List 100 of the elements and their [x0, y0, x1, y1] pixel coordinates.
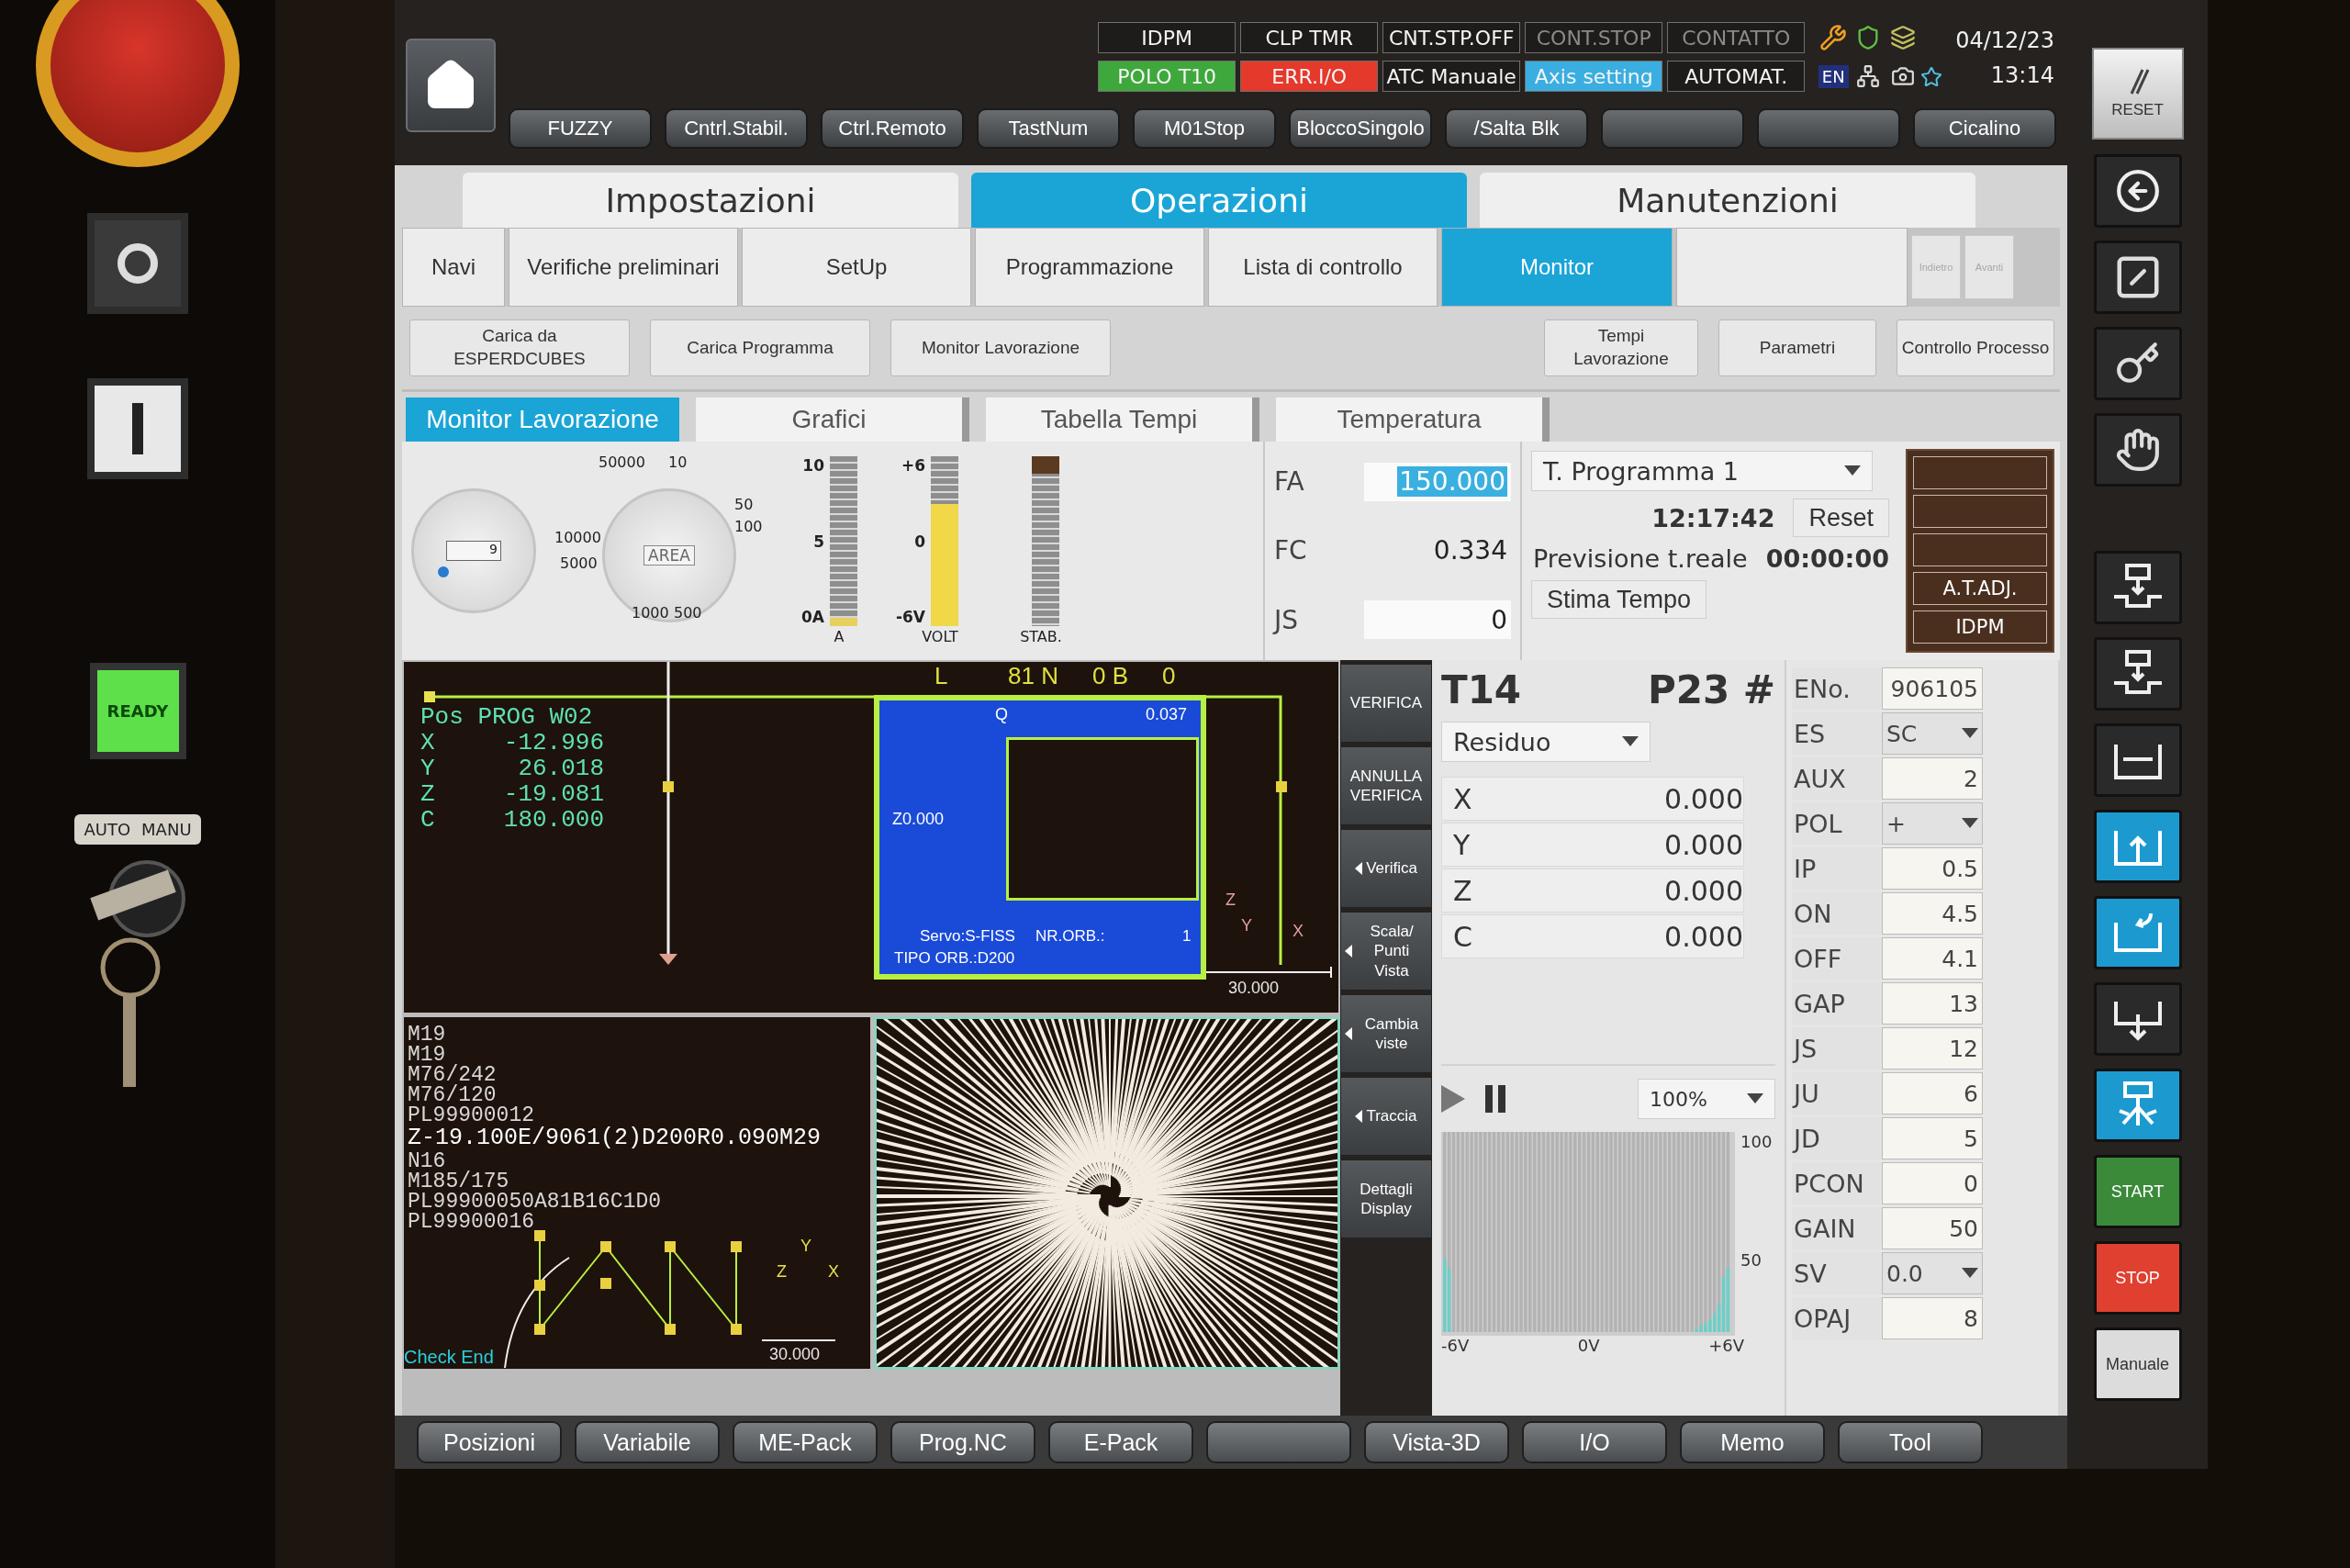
view-tab[interactable]: Tabella Tempi — [986, 398, 1259, 442]
parameter-field[interactable]: 4.5 — [1882, 892, 1983, 935]
parameter-select[interactable]: SC — [1882, 712, 1983, 755]
empty-slot[interactable] — [1913, 495, 2047, 528]
feed-field[interactable]: 0 — [1364, 600, 1511, 640]
function-button[interactable]: Cntrl.Stabil. — [665, 108, 808, 149]
side-tool-button[interactable] — [2093, 810, 2182, 883]
parameter-field[interactable]: 12 — [1882, 1027, 1983, 1070]
speed-select[interactable]: 100% — [1638, 1079, 1775, 1119]
action-button[interactable]: Tempi Lavorazione — [1544, 319, 1698, 376]
sub-tab[interactable]: Navi — [402, 228, 505, 307]
meter-label: A — [833, 628, 845, 645]
view-button[interactable]: Cambia viste — [1340, 994, 1432, 1073]
side-tool-button[interactable] — [2093, 551, 2182, 624]
function-button[interactable]: FUZZY — [509, 108, 652, 149]
parameter-select[interactable]: + — [1882, 802, 1983, 845]
action-button[interactable]: Controllo Processo — [1897, 319, 2054, 376]
scale-label: 50 — [734, 496, 754, 513]
pause-icon[interactable] — [1485, 1085, 1505, 1113]
function-button[interactable]: Ctrl.Remoto — [821, 108, 964, 149]
language-indicator[interactable]: EN — [1818, 64, 1849, 88]
main-tab[interactable]: Impostazioni — [463, 173, 958, 228]
side-tool-button[interactable] — [2093, 982, 2182, 1056]
side-tool-button[interactable] — [2093, 896, 2182, 969]
blank-button[interactable] — [1206, 1421, 1351, 1463]
home-button[interactable] — [406, 39, 496, 132]
function-button[interactable]: Cicalino — [1913, 108, 2056, 149]
action-button[interactable]: Parametri — [1718, 319, 1876, 376]
header-reading: 0 B — [1092, 664, 1129, 688]
function-button[interactable]: TastNum — [977, 108, 1120, 149]
parameter-field[interactable]: 2 — [1882, 757, 1983, 800]
view-button[interactable]: Verifica — [1340, 829, 1432, 908]
function-button[interactable]: M01Stop — [1133, 108, 1276, 149]
action-button[interactable]: Carica da ESPERDCUBES — [409, 319, 630, 376]
parameter-field[interactable]: 13 — [1882, 982, 1983, 1025]
side-tool-button[interactable] — [2093, 1069, 2182, 1142]
main-tab[interactable]: Manutenzioni — [1480, 173, 1975, 228]
view-button[interactable]: Dettagli Display — [1340, 1159, 1432, 1238]
ready-lamp[interactable]: READY — [89, 663, 186, 759]
parameter-field[interactable]: 8 — [1882, 1297, 1983, 1339]
view-tab[interactable]: Temperatura — [1276, 398, 1550, 442]
view-tab[interactable]: Grafici — [696, 398, 969, 442]
adjust-slot[interactable]: A.T.ADJ. — [1913, 572, 2047, 605]
parameter-field[interactable]: 0 — [1882, 1162, 1983, 1204]
mode-select[interactable]: Residuo — [1441, 722, 1651, 762]
caret-icon — [1962, 728, 1978, 739]
side-tool-button[interactable] — [2093, 154, 2182, 228]
parameter-field[interactable]: 906105 — [1882, 667, 1983, 710]
empty-slot[interactable] — [1913, 456, 2047, 489]
parameter-label: ON — [1792, 892, 1882, 935]
bottom-button[interactable]: Variabile — [575, 1421, 720, 1463]
network-icon — [1856, 64, 1881, 88]
bottom-button[interactable]: Prog.NC — [890, 1421, 1035, 1463]
estimate-button[interactable]: Stima Tempo — [1531, 580, 1707, 619]
bottom-button[interactable]: Tool — [1838, 1421, 1983, 1463]
view-button[interactable]: ANNULLA VERIFICA — [1340, 746, 1432, 825]
bottom-button[interactable]: Posizioni — [417, 1421, 562, 1463]
parameter-select[interactable]: 0.0 — [1882, 1252, 1983, 1294]
bottom-button[interactable]: ME-Pack — [733, 1421, 878, 1463]
function-button[interactable]: BloccoSingolo — [1289, 108, 1432, 149]
sub-tab[interactable]: Verifiche preliminari — [509, 228, 738, 307]
action-button[interactable]: Monitor Lavorazione — [890, 319, 1111, 376]
blank-button[interactable] — [1601, 108, 1744, 149]
parameter-field[interactable]: 4.1 — [1882, 937, 1983, 980]
program-select[interactable]: T. Programma 1 — [1531, 451, 1873, 491]
side-tool-button[interactable] — [2093, 637, 2182, 711]
play-icon[interactable] — [1441, 1085, 1465, 1113]
blank-button[interactable] — [1757, 108, 1900, 149]
bottom-button[interactable]: Vista-3D — [1364, 1421, 1509, 1463]
reset-button[interactable]: RESET — [2091, 48, 2184, 140]
parameter-field[interactable]: 5 — [1882, 1117, 1983, 1159]
parameter-field[interactable]: 0.5 — [1882, 847, 1983, 890]
off-button[interactable] — [87, 213, 188, 314]
action-button[interactable]: Carica Programma — [650, 319, 870, 376]
side-tool-button[interactable] — [2093, 327, 2182, 400]
side-button[interactable]: STOP — [2093, 1241, 2182, 1315]
mode-label: MANU — [141, 820, 192, 839]
bottom-button[interactable]: E-Pack — [1048, 1421, 1193, 1463]
parameter-label: OFF — [1792, 937, 1882, 980]
side-button[interactable]: START — [2093, 1155, 2182, 1228]
reset-time-button[interactable]: Reset — [1793, 498, 1889, 537]
function-button[interactable]: /Salta Blk — [1445, 108, 1588, 149]
view-button[interactable]: Traccia — [1340, 1077, 1432, 1156]
empty-slot[interactable] — [1913, 533, 2047, 566]
bottom-button[interactable]: I/O — [1522, 1421, 1667, 1463]
sub-tab[interactable]: Lista di controllo — [1208, 228, 1438, 307]
sub-tab[interactable]: Programmazione — [975, 228, 1204, 307]
side-tool-button[interactable] — [2093, 241, 2182, 314]
side-tool-button[interactable] — [2093, 413, 2182, 487]
side-tool-button[interactable] — [2093, 723, 2182, 797]
adjust-slot[interactable]: IDPM — [1913, 610, 2047, 644]
parameter-field[interactable]: 6 — [1882, 1072, 1983, 1114]
side-button[interactable]: Manuale — [2093, 1327, 2182, 1401]
parameter-label: IP — [1792, 847, 1882, 890]
view-button[interactable]: Scala/ Punti Vista — [1340, 912, 1432, 991]
bottom-button[interactable]: Memo — [1680, 1421, 1825, 1463]
view-button[interactable]: VERIFICA — [1340, 664, 1432, 743]
on-button[interactable] — [87, 378, 188, 479]
sub-tab[interactable]: SetUp — [742, 228, 971, 307]
parameter-field[interactable]: 50 — [1882, 1207, 1983, 1249]
